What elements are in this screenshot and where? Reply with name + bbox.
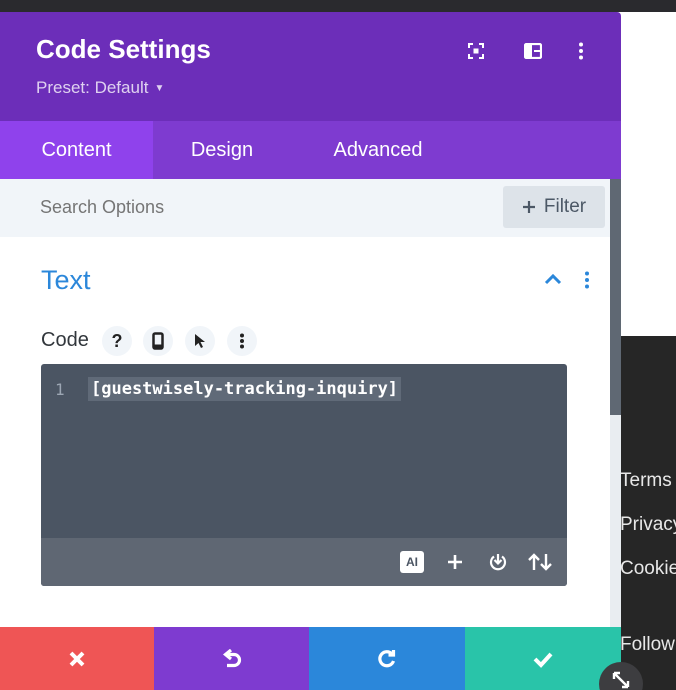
scrollbar-thumb[interactable] bbox=[610, 179, 621, 415]
redo-icon bbox=[378, 649, 396, 667]
line-number: 1 bbox=[55, 380, 65, 399]
mobile-icon[interactable] bbox=[143, 326, 173, 356]
caret-down-icon: ▼ bbox=[154, 82, 165, 94]
modal-title: Code Settings bbox=[36, 34, 211, 64]
modal-header: Code Settings Preset: Default ▼ bbox=[0, 12, 621, 121]
background-top-bar bbox=[0, 0, 676, 12]
search-bar: Filter bbox=[0, 179, 610, 237]
tab-advanced[interactable]: Advanced bbox=[318, 121, 438, 179]
dynamic-content-icon[interactable] bbox=[485, 550, 511, 574]
preset-label: Preset: Default bbox=[36, 78, 149, 97]
undo-icon bbox=[222, 648, 241, 667]
undo-button[interactable] bbox=[154, 627, 309, 690]
focus-mode-icon[interactable] bbox=[465, 40, 487, 62]
background-link-privacy[interactable]: Privacy bbox=[620, 514, 676, 536]
more-vertical-icon[interactable] bbox=[570, 40, 592, 62]
ai-label: AI bbox=[400, 551, 424, 573]
search-input[interactable] bbox=[40, 197, 440, 218]
close-icon bbox=[69, 651, 85, 666]
tab-design[interactable]: Design bbox=[165, 121, 279, 179]
code-settings-modal: Code Settings Preset: Default ▼ Content bbox=[0, 12, 621, 690]
cursor-hover-icon[interactable] bbox=[185, 326, 215, 356]
section-more-icon[interactable] bbox=[584, 271, 590, 294]
background-link-terms[interactable]: Terms bbox=[620, 470, 672, 492]
preset-selector[interactable]: Preset: Default ▼ bbox=[36, 78, 164, 98]
code-editor[interactable]: 1 [guestwisely-tracking-inquiry] AI bbox=[41, 364, 567, 586]
code-field-label: Code bbox=[41, 329, 89, 351]
filter-button[interactable]: Filter bbox=[503, 186, 605, 228]
split-view-icon[interactable] bbox=[522, 40, 544, 62]
save-button[interactable] bbox=[465, 627, 621, 690]
redo-button[interactable] bbox=[309, 627, 465, 690]
discard-button[interactable] bbox=[0, 627, 154, 690]
plus-icon bbox=[522, 201, 535, 213]
resize-arrows-icon bbox=[612, 671, 630, 689]
background-link-follow-us[interactable]: Follow us bbox=[620, 634, 676, 656]
help-icon[interactable]: ? bbox=[102, 326, 132, 356]
filter-label: Filter bbox=[543, 196, 587, 217]
check-icon bbox=[533, 652, 553, 668]
code-content[interactable]: [guestwisely-tracking-inquiry] bbox=[88, 377, 402, 401]
field-more-icon[interactable] bbox=[227, 326, 257, 356]
add-icon[interactable] bbox=[442, 550, 468, 574]
sort-arrows-icon[interactable] bbox=[527, 550, 553, 574]
ai-icon[interactable]: AI bbox=[399, 550, 425, 574]
section-title[interactable]: Text bbox=[41, 265, 91, 296]
help-glyph: ? bbox=[111, 330, 123, 351]
background-link-cookies[interactable]: Cookies bbox=[620, 558, 676, 580]
chevron-up-icon[interactable] bbox=[544, 272, 562, 290]
tab-content[interactable]: Content bbox=[0, 121, 153, 179]
scrollbar[interactable] bbox=[610, 179, 621, 627]
settings-tabs: Content Design Advanced bbox=[0, 121, 621, 179]
editor-toolbar: AI bbox=[41, 538, 567, 586]
